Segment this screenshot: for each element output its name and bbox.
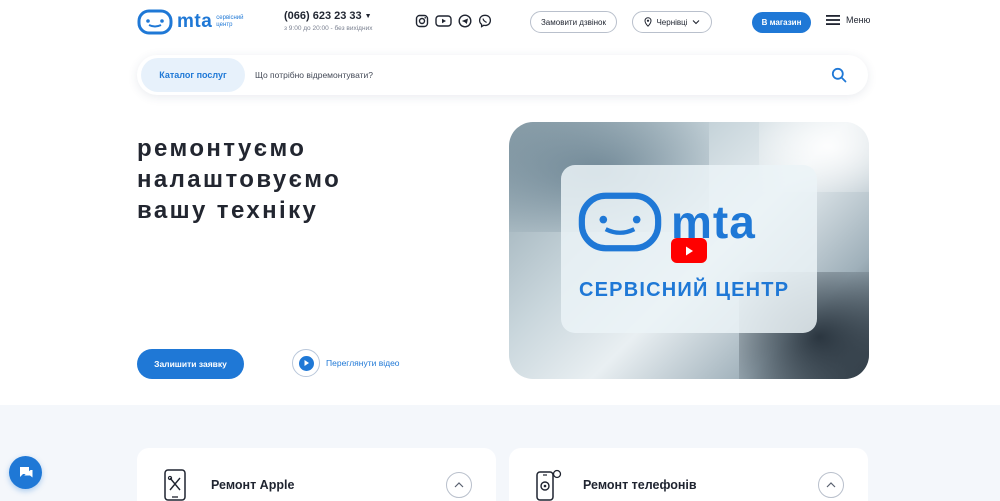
viber-icon[interactable] (478, 14, 492, 28)
instagram-icon[interactable] (415, 14, 429, 28)
play-button[interactable] (292, 349, 320, 377)
phone-repair-icon (536, 469, 562, 501)
video-subtitle: СЕРВІСНИЙ ЦЕНТР (579, 279, 790, 301)
watch-video-link[interactable]: Переглянути відео (292, 349, 400, 377)
video-logo: mta (577, 191, 756, 253)
expand-toggle[interactable] (818, 472, 844, 498)
expand-toggle[interactable] (446, 472, 472, 498)
phone-number-text: (066) 623 23 33 (284, 10, 362, 22)
logo-subtitle: сервісний центр (216, 15, 244, 28)
service-card-phones[interactable]: Ремонт телефонів (509, 448, 868, 501)
video-preview[interactable]: mta СЕРВІСНИЙ ЦЕНТР (509, 122, 869, 379)
chevron-down-icon (692, 20, 699, 25)
hero-line-1: ремонтуємо (137, 135, 307, 162)
tablet-repair-icon (164, 469, 186, 501)
page: mta сервісний центр (066) 623 23 33 ▼ з … (0, 0, 1000, 501)
chat-icon (19, 467, 32, 478)
hamburger-icon (826, 15, 840, 25)
hero-line-2: налаштовуємо (137, 166, 342, 193)
logo-mark-icon (578, 192, 662, 252)
request-button[interactable]: Залишити заявку (137, 349, 244, 379)
search-input[interactable] (255, 65, 815, 85)
youtube-icon[interactable] (435, 14, 452, 28)
search-icon[interactable] (831, 67, 847, 83)
chevron-down-icon: ▼ (364, 12, 372, 20)
shop-button[interactable]: В магазин (752, 12, 811, 33)
chat-widget-button[interactable] (9, 456, 42, 489)
telegram-icon[interactable] (458, 14, 472, 28)
city-selector[interactable]: Чернівці (632, 11, 712, 33)
phone-block: (066) 623 23 33 ▼ з 9:00 до 20:00 - без … (284, 10, 372, 32)
logo-text: mta (177, 11, 213, 32)
city-label: Чернівці (656, 17, 688, 27)
watch-video-label: Переглянути відео (326, 358, 400, 368)
working-hours: з 9:00 до 20:00 - без вихідних (284, 25, 373, 32)
play-icon (298, 355, 314, 371)
service-title: Ремонт телефонів (583, 478, 697, 492)
phone-number[interactable]: (066) 623 23 33 ▼ (284, 10, 372, 22)
site-header: mta сервісний центр (066) 623 23 33 ▼ з … (0, 0, 1000, 44)
search-bar: Каталог послуг (137, 55, 868, 95)
menu-button[interactable]: Меню (826, 14, 870, 26)
hero-line-3: вашу техніку (137, 197, 319, 224)
catalog-button[interactable]: Каталог послуг (141, 58, 245, 92)
service-title: Ремонт Apple (211, 478, 295, 492)
youtube-play-icon[interactable] (671, 238, 707, 263)
logo-mark-icon (137, 9, 173, 35)
location-pin-icon (644, 17, 652, 27)
menu-label: Меню (846, 15, 871, 25)
logo[interactable]: mta сервісний центр (137, 9, 250, 35)
social-links (415, 14, 492, 28)
hero-title: ремонтуємо налаштовуємо вашу техніку (137, 133, 341, 226)
chevron-up-icon (826, 482, 836, 488)
chevron-up-icon (454, 482, 464, 488)
service-card-apple[interactable]: Ремонт Apple (137, 448, 496, 501)
callback-button[interactable]: Замовити дзвінок (530, 11, 617, 33)
